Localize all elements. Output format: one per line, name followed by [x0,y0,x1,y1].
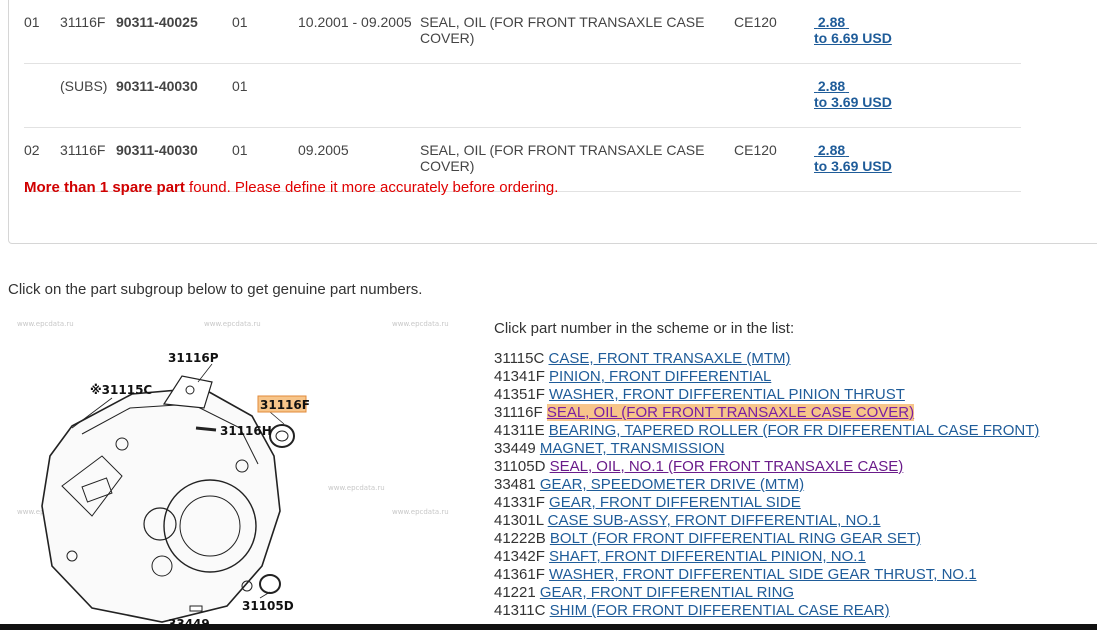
table-row: (SUBS) 90311-40030 01 2.88 to 3.69 USD [24,64,1021,128]
part-code: 41331F [494,494,545,511]
price-to-link[interactable]: to 6.69 USD [814,30,892,46]
price-cell: 2.88 to 6.69 USD [814,0,1021,64]
model-code [734,64,814,128]
part-link[interactable]: BOLT (FOR FRONT DIFFERENTIAL RING GEAR S… [550,530,921,547]
date-range [298,64,420,128]
part-link[interactable]: WASHER, FRONT DIFFERENTIAL PINION THRUST [549,386,905,403]
price-to-link[interactable]: to 3.69 USD [814,94,892,110]
watermark: www.epcdata.ru [17,320,74,328]
price-to-link[interactable]: to 3.69 USD [814,158,892,174]
part-link[interactable]: CASE, FRONT TRANSAXLE (MTM) [549,350,791,367]
list-item: 41301L CASE SUB-ASSY, FRONT DIFFERENTIAL… [494,512,1039,530]
diagram-label-31116F[interactable]: 31116F [260,398,310,412]
warning-bold-text: More than 1 spare part [24,179,185,196]
part-link[interactable]: GEAR, SPEEDOMETER DRIVE (MTM) [540,476,804,493]
part-code: 41351F [494,386,545,403]
magnet-part [189,605,203,612]
row-number [24,64,60,128]
part-code: 41361F [494,566,545,583]
part-link[interactable]: GEAR, FRONT DIFFERENTIAL RING [540,584,794,601]
ambiguity-warning: More than 1 spare part found. Please def… [24,179,558,196]
part-code: 31115C [494,350,545,367]
part-link[interactable]: CASE SUB-ASSY, FRONT DIFFERENTIAL, NO.1 [548,512,881,529]
part-code: 31116F [494,404,543,421]
case-cover-part [162,375,213,409]
list-item: 41222B BOLT (FOR FRONT DIFFERENTIAL RING… [494,530,1039,548]
part-link-visited[interactable]: SEAL, OIL, NO.1 (FOR FRONT TRANSAXLE CAS… [550,458,904,475]
part-link[interactable]: PINION, FRONT DIFFERENTIAL [549,368,771,385]
watermark: www.epcdata.ru [392,320,449,328]
drain-plug-part [195,426,217,432]
list-item: 41341F PINION, FRONT DIFFERENTIAL [494,368,1039,386]
watermark: www.epcdata.ru [204,320,261,328]
date-range: 10.2001 - 09.2005 [298,0,420,64]
diagram-label-31105D[interactable]: 31105D [242,599,294,613]
part-link[interactable]: SHAFT, FRONT DIFFERENTIAL PINION, NO.1 [549,548,866,565]
list-item: 41311C SHIM (FOR FRONT DIFFERENTIAL CASE… [494,602,1039,620]
watermark: www.epcdata.ru [328,484,385,492]
part-code: 41221 [494,584,536,601]
model-code: CE120 [734,0,814,64]
list-item: 33449 MAGNET, TRANSMISSION [494,440,1039,458]
price-cell: 2.88 to 3.69 USD [814,64,1021,128]
warning-text: found. Please define it more accurately … [184,179,559,196]
list-item: 31105D SEAL, OIL, NO.1 (FOR FRONT TRANSA… [494,458,1039,476]
table-row: 01 31116F 90311-40025 01 10.2001 - 09.20… [24,0,1021,64]
list-item: 41311E BEARING, TAPERED ROLLER (FOR FR D… [494,422,1039,440]
diagram-label-31116H[interactable]: 31116H [220,424,272,438]
oil-seal-no1-part [259,574,281,594]
part-code: 41342F [494,548,545,565]
list-item: 41331F GEAR, FRONT DIFFERENTIAL SIDE [494,494,1039,512]
leader-line [269,411,285,425]
part-number: 90311-40025 [116,0,232,64]
price-from-link[interactable]: 2.88 [814,142,849,158]
quantity: 01 [232,0,298,64]
diagram-label-31115C[interactable]: ※31115C [90,383,152,397]
part-code: 31105D [494,458,546,475]
subgroup-code: (SUBS) [60,78,108,94]
quantity: 01 [232,78,248,94]
part-code: 41341F [494,368,545,385]
parts-table: 01 31116F 90311-40025 01 10.2001 - 09.20… [24,0,1021,192]
part-link-highlighted[interactable]: SEAL, OIL (FOR FRONT TRANSAXLE CASE COVE… [546,404,915,421]
part-link[interactable]: WASHER, FRONT DIFFERENTIAL SIDE GEAR THR… [549,566,977,583]
part-code: 41311C [494,602,546,619]
price-from-link[interactable]: 2.88 [814,78,849,94]
part-link[interactable]: SHIM (FOR FRONT DIFFERENTIAL CASE REAR) [550,602,890,619]
list-item: 41351F WASHER, FRONT DIFFERENTIAL PINION… [494,386,1039,404]
diagram-label-31116P[interactable]: 31116P [168,351,219,365]
part-link[interactable]: GEAR, FRONT DIFFERENTIAL SIDE [549,494,801,511]
part-description: SEAL, OIL (FOR FRONT TRANSAXLE CASE COVE… [420,0,734,64]
list-item: 41221 GEAR, FRONT DIFFERENTIAL RING [494,584,1039,602]
part-number: 90311-40030 [116,78,198,94]
part-code: 41222B [494,530,546,547]
parts-list-title: Click part number in the scheme or in th… [494,320,795,337]
parts-diagram-svg: www.epcdata.ru www.epcdata.ru www.epcdat… [17,320,449,630]
part-link[interactable]: MAGNET, TRANSMISSION [540,440,725,457]
price-cell: 2.88 to 3.69 USD [814,127,1021,192]
list-item: 41361F WASHER, FRONT DIFFERENTIAL SIDE G… [494,566,1039,584]
parts-list: 31115C CASE, FRONT TRANSAXLE (MTM) 41341… [494,350,1039,620]
parts-diagram[interactable]: www.epcdata.ru www.epcdata.ru www.epcdat… [12,316,470,630]
oil-seal-part [269,424,295,448]
part-link[interactable]: BEARING, TAPERED ROLLER (FOR FR DIFFEREN… [549,422,1040,439]
list-item: 33481 GEAR, SPEEDOMETER DRIVE (MTM) [494,476,1039,494]
list-item: 31116F SEAL, OIL (FOR FRONT TRANSAXLE CA… [494,404,1039,422]
subgroup-hint: Click on the part subgroup below to get … [8,281,423,298]
part-description [420,64,734,128]
part-code: 41301L [494,512,544,529]
window-bottom-edge [0,624,1097,630]
row-number: 01 [24,0,60,64]
price-from-link[interactable]: 2.88 [814,14,849,30]
leader-line [197,363,213,383]
list-item: 41342F SHAFT, FRONT DIFFERENTIAL PINION,… [494,548,1039,566]
watermark: www.epcdata.ru [392,508,449,516]
part-code: 33449 [494,440,536,457]
part-code: 41311E [494,422,545,439]
model-code: CE120 [734,127,814,192]
part-code: 33481 [494,476,536,493]
subgroup-code: 31116F [60,0,116,64]
list-item: 31115C CASE, FRONT TRANSAXLE (MTM) [494,350,1039,368]
